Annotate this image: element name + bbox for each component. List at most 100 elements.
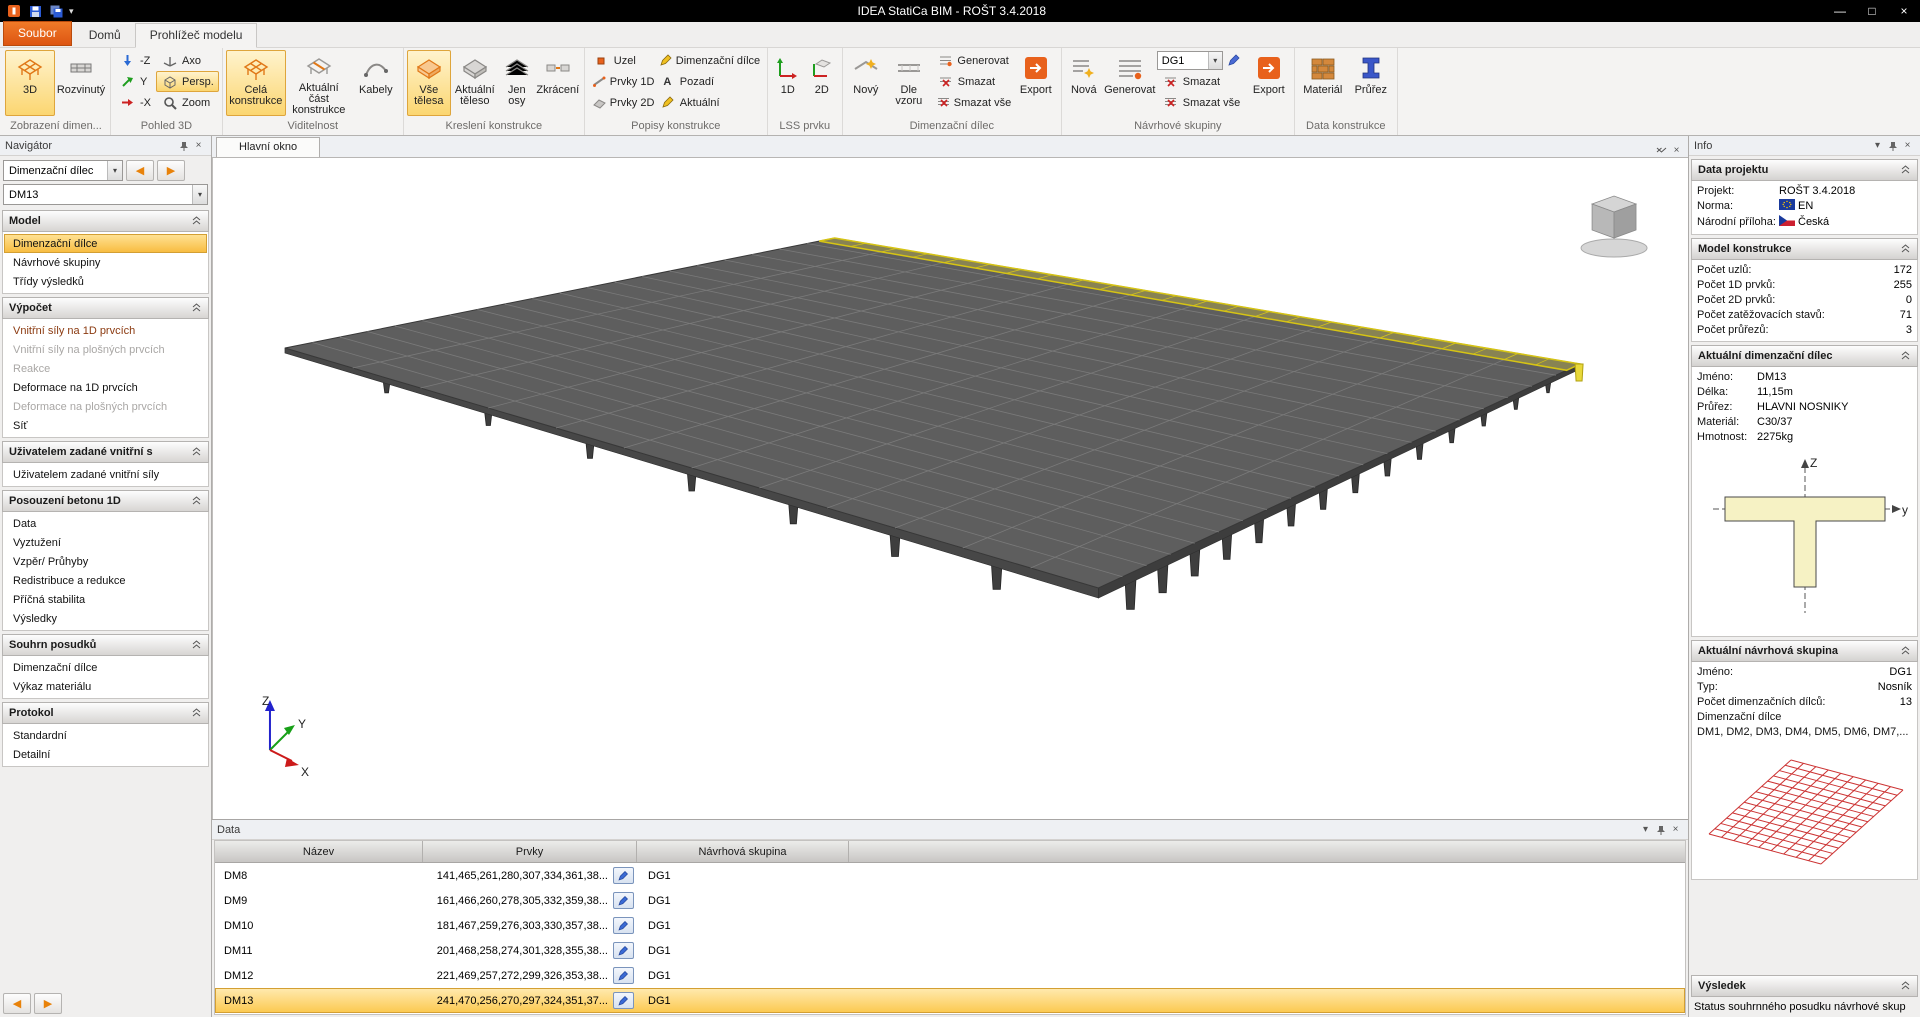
edit-row-button[interactable] xyxy=(613,917,634,934)
close-icon[interactable]: × xyxy=(1669,143,1684,157)
pin-icon[interactable] xyxy=(1885,139,1900,153)
edit-row-button[interactable] xyxy=(613,892,634,909)
label-members2d-toggle[interactable]: Prvky 2D xyxy=(588,92,654,113)
nav-item-standardni[interactable]: Standardní xyxy=(4,726,207,745)
material-button[interactable]: Materiál xyxy=(1298,50,1348,116)
label-node-toggle[interactable]: Uzel xyxy=(588,50,654,71)
label-members1d-toggle[interactable]: Prvky 1D xyxy=(588,71,654,92)
nav-item-navrhove-skupiny[interactable]: Návrhové skupiny xyxy=(4,253,207,272)
cables-button[interactable]: Kabely xyxy=(352,50,400,116)
navigator-member-select[interactable]: DM13 ▾ xyxy=(3,184,208,205)
save-all-icon[interactable] xyxy=(48,3,64,19)
section-header[interactable]: Uživatelem zadané vnitřní s xyxy=(2,441,209,463)
nav-item-pricna-stabilita[interactable]: Příčná stabilita xyxy=(4,590,207,609)
close-button[interactable]: × xyxy=(1888,0,1920,22)
section-header-model-konstrukce[interactable]: Model konstrukce xyxy=(1691,238,1918,260)
whole-structure-button[interactable]: Celá konstrukce xyxy=(226,50,286,116)
edit-row-button[interactable] xyxy=(613,942,634,959)
minimize-button[interactable]: — xyxy=(1824,0,1856,22)
axes-only-button[interactable]: Jen osy xyxy=(499,50,535,116)
nav-item-uzivatelske-sily[interactable]: Uživatelem zadané vnitřní síly xyxy=(4,465,207,484)
view-y-button[interactable]: Y xyxy=(114,71,156,92)
member-delete-all-button[interactable]: Smazat vše xyxy=(932,92,1014,113)
section-header[interactable]: Posouzení betonu 1D xyxy=(2,490,209,512)
group-export-button[interactable]: Export xyxy=(1247,50,1291,116)
navigator-mode-select[interactable]: Dimenzační dílec ▾ xyxy=(3,160,123,181)
table-row[interactable]: DM11 201,468,258,274,301,328,355,38... D… xyxy=(215,938,1685,963)
view-minus-x-button[interactable]: -X xyxy=(114,92,156,113)
section-header[interactable]: Model xyxy=(2,210,209,232)
pin-icon[interactable] xyxy=(1653,823,1668,837)
column-header-nazev[interactable]: Název xyxy=(215,841,423,862)
tab-domu[interactable]: Domů xyxy=(75,24,135,47)
lss-2d-button[interactable]: 2D xyxy=(805,50,839,116)
section-header-aktualni-dilec[interactable]: Aktuální dimenzační dílec xyxy=(1691,345,1918,367)
view-axo-button[interactable]: Axo xyxy=(156,50,219,71)
nav-item-vysledky[interactable]: Výsledky xyxy=(4,609,207,628)
design-group-select[interactable]: DG1 ▾ xyxy=(1157,51,1223,70)
table-row[interactable]: DM10 181,467,259,276,303,330,357,38... D… xyxy=(215,913,1685,938)
unpin-icon[interactable] xyxy=(1654,143,1669,157)
edit-row-button[interactable] xyxy=(613,992,634,1009)
nav-item-sit[interactable]: Síť xyxy=(4,416,207,435)
next-button[interactable]: ▶ xyxy=(34,993,62,1014)
dropdown-icon[interactable]: ▾ xyxy=(1638,823,1653,837)
group-generate-button[interactable]: Generovat xyxy=(1103,50,1157,116)
label-background-toggle[interactable]: A Pozadí xyxy=(654,71,764,92)
save-icon[interactable] xyxy=(27,3,43,19)
3d-scene[interactable]: ZYX xyxy=(213,158,1688,819)
tab-hlavni-okno[interactable]: Hlavní okno xyxy=(216,137,320,157)
nav-item-deformace-1d[interactable]: Deformace na 1D prvcích xyxy=(4,378,207,397)
member-delete-button[interactable]: Smazat xyxy=(932,71,1014,92)
member-export-button[interactable]: Export xyxy=(1014,50,1058,116)
nav-item-data[interactable]: Data xyxy=(4,514,207,533)
table-row[interactable]: DM9 161,466,260,278,305,332,359,38... DG… xyxy=(215,888,1685,913)
maximize-button[interactable]: □ xyxy=(1856,0,1888,22)
shortening-button[interactable]: Zkrácení xyxy=(535,50,581,116)
label-current-toggle[interactable]: Aktuální xyxy=(654,92,764,113)
close-icon[interactable]: × xyxy=(191,139,206,153)
view-persp-button[interactable]: Persp. xyxy=(156,71,219,92)
column-header-skupina[interactable]: Návrhová skupina xyxy=(637,841,849,862)
app-icon[interactable] xyxy=(6,3,22,19)
section-header-aktualni-skupina[interactable]: Aktuální návrhová skupina xyxy=(1691,640,1918,662)
member-from-pattern-button[interactable]: Dle vzoru xyxy=(886,50,932,116)
table-row[interactable]: DM12 221,469,257,272,299,326,353,38... D… xyxy=(215,963,1685,988)
nav-item-vnitrni-sily-1d[interactable]: Vnitřní síly na 1D prvcích xyxy=(4,321,207,340)
section-header[interactable]: Protokol xyxy=(2,702,209,724)
all-solids-button[interactable]: Vše tělesa xyxy=(407,50,451,116)
dropdown-icon[interactable]: ▾ xyxy=(1870,139,1885,153)
section-header-vysledek[interactable]: Výsledek xyxy=(1691,975,1918,997)
edit-row-button[interactable] xyxy=(613,867,634,884)
nav-item-redistribuce[interactable]: Redistribuce a redukce xyxy=(4,571,207,590)
tab-soubor[interactable]: Soubor xyxy=(3,21,72,46)
nav-item-dimenzacni-dilce[interactable]: Dimenzační dílce xyxy=(4,234,207,253)
label-design-members-toggle[interactable]: Dimenzační dílce xyxy=(654,50,764,71)
table-row[interactable]: DM8 141,465,261,280,307,334,361,38... DG… xyxy=(215,863,1685,888)
view-minus-z-button[interactable]: -Z xyxy=(114,50,156,71)
tab-prohlizec-modelu[interactable]: Prohlížeč modelu xyxy=(135,23,258,48)
section-header[interactable]: Souhrn posudků xyxy=(2,634,209,656)
view-unfolded-button[interactable]: Rozvinutý xyxy=(55,50,107,116)
nav-item-souhrn-dilce[interactable]: Dimenzační dílce xyxy=(4,658,207,677)
nav-item-vzper-pruhyby[interactable]: Vzpěr/ Průhyby xyxy=(4,552,207,571)
qat-customize-icon[interactable]: ▾ xyxy=(69,6,74,17)
section-header-data-projektu[interactable]: Data projektu xyxy=(1691,159,1918,181)
edit-group-pencil-icon[interactable] xyxy=(1225,52,1242,69)
member-generate-button[interactable]: Generovat xyxy=(932,50,1014,71)
edit-row-button[interactable] xyxy=(613,967,634,984)
close-icon[interactable]: × xyxy=(1900,139,1915,153)
section-header[interactable]: Výpočet xyxy=(2,297,209,319)
close-icon[interactable]: × xyxy=(1668,823,1683,837)
group-new-button[interactable]: Nová xyxy=(1065,50,1103,116)
current-part-button[interactable]: Aktuální část konstrukce xyxy=(286,50,352,116)
3d-viewport[interactable]: ZYX xyxy=(212,158,1688,819)
previous-button[interactable]: ◀ xyxy=(3,993,31,1014)
cross-section-button[interactable]: Průřez xyxy=(1348,50,1394,116)
lss-1d-button[interactable]: 1D xyxy=(771,50,805,116)
next-member-button[interactable]: ▶ xyxy=(157,160,185,181)
table-row-selected[interactable]: DM13 241,470,256,270,297,324,351,37... D… xyxy=(215,988,1685,1013)
current-solid-button[interactable]: Aktuální těleso xyxy=(451,50,499,116)
group-delete-all-button[interactable]: Smazat vše xyxy=(1157,92,1247,113)
previous-member-button[interactable]: ◀ xyxy=(126,160,154,181)
